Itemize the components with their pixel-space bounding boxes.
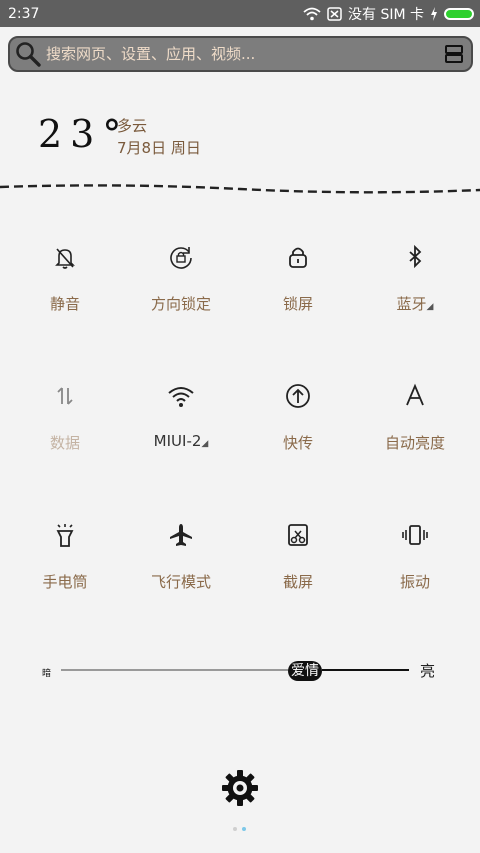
charging-icon xyxy=(431,6,437,21)
pager-dot[interactable] xyxy=(233,827,237,831)
brightness-slider-thumb[interactable]: 爱情 xyxy=(288,661,322,681)
tile-label: 静音 xyxy=(49,295,80,313)
tile-screenshot[interactable]: 截屏 xyxy=(238,521,358,631)
tile-label: 手电筒 xyxy=(42,573,88,591)
tile-label: 快传 xyxy=(282,434,313,452)
lock-icon xyxy=(289,247,307,268)
tile-label: 锁屏 xyxy=(282,295,313,313)
tile-label: 蓝牙◢ xyxy=(396,295,434,313)
weather-temperature: 23° xyxy=(38,112,130,156)
brightness-track-filled[interactable] xyxy=(61,669,288,671)
airplane-icon xyxy=(170,524,192,546)
status-time: 2:37 xyxy=(8,5,40,22)
flashlight-icon xyxy=(56,524,74,547)
tile-vibrate[interactable]: 振动 xyxy=(355,521,475,631)
bluetooth-icon xyxy=(409,244,422,269)
tile-silent[interactable]: 静音 xyxy=(5,243,125,353)
search-bar[interactable] xyxy=(8,36,473,72)
signal-corner-icon: ◢ xyxy=(426,302,434,312)
carrier-text: 没有 SIM 卡 xyxy=(348,6,424,23)
tile-label: 飞行模式 xyxy=(150,573,211,591)
data-arrows-icon xyxy=(57,387,73,405)
search-input[interactable] xyxy=(42,45,443,63)
tile-flashlight[interactable]: 手电筒 xyxy=(5,521,125,631)
tile-label: 数据 xyxy=(49,434,80,452)
vibrate-icon xyxy=(402,525,428,545)
tile-rotation-lock[interactable]: 方向锁定 xyxy=(121,243,241,353)
tile-airplane[interactable]: 飞行模式 xyxy=(121,521,241,631)
brightness-bright-label: 亮 xyxy=(420,662,436,680)
tile-data[interactable]: 数据 xyxy=(5,382,125,492)
auto-brightness-icon xyxy=(406,383,424,406)
tile-label: 方向锁定 xyxy=(150,295,211,313)
tile-label: MIUI-2◢ xyxy=(153,432,209,450)
wifi-icon xyxy=(168,387,194,407)
status-bar: 2:37 没有 SIM 卡 xyxy=(0,0,480,27)
rotation-lock-icon xyxy=(170,247,192,269)
tile-label: 自动亮度 xyxy=(384,434,445,452)
bell-off-icon xyxy=(55,248,75,269)
brightness-dark-label: 暗 xyxy=(42,669,52,679)
dashed-divider xyxy=(0,184,480,194)
settings-gear-icon[interactable] xyxy=(221,769,259,807)
search-icon[interactable] xyxy=(14,40,42,68)
split-window-icon[interactable] xyxy=(443,43,465,65)
tile-bluetooth[interactable]: 蓝牙◢ xyxy=(355,243,475,353)
pager-dot-active[interactable] xyxy=(242,827,246,831)
status-icons: 没有 SIM 卡 xyxy=(303,4,474,24)
tile-label: 振动 xyxy=(399,573,430,591)
battery-icon xyxy=(444,7,474,20)
weather-condition: 多云 xyxy=(117,117,148,135)
tile-lock-screen[interactable]: 锁屏 xyxy=(238,243,358,353)
signal-corner-icon: ◢ xyxy=(201,439,209,449)
weather-date: 7月8日 周日 xyxy=(117,139,201,157)
wifi-icon xyxy=(303,7,321,20)
tile-label: 截屏 xyxy=(282,573,313,591)
tile-wifi[interactable]: MIUI-2◢ xyxy=(121,382,241,492)
no-sim-icon xyxy=(327,6,342,21)
upload-circle-icon xyxy=(286,384,310,408)
screenshot-icon xyxy=(288,524,308,546)
tile-auto-brightness[interactable]: 自动亮度 xyxy=(355,382,475,492)
brightness-track[interactable] xyxy=(322,669,409,671)
tile-quick-transfer[interactable]: 快传 xyxy=(238,382,358,492)
